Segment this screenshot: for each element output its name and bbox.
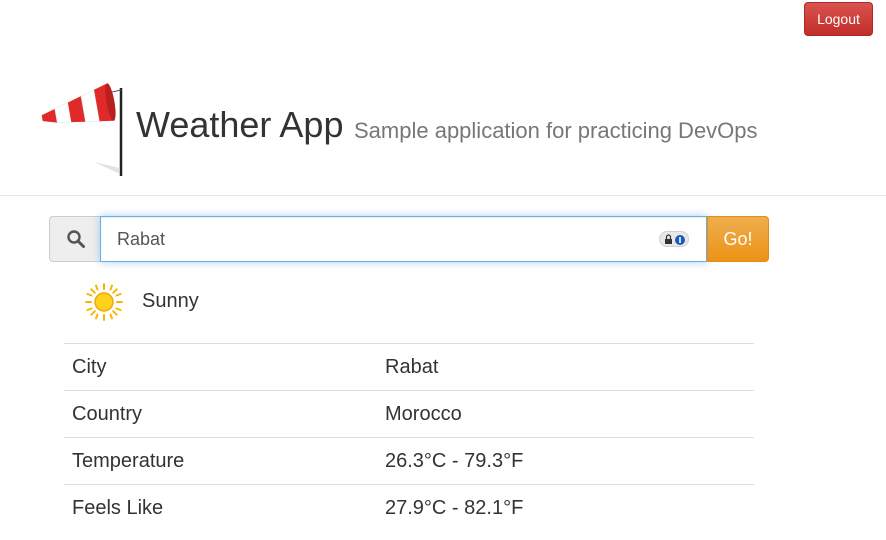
search-addon [49, 216, 101, 262]
weather-details-table: City Rabat Country Morocco Temperature 2… [64, 343, 754, 532]
row-label: Temperature [64, 437, 377, 485]
page-title: Weather App [136, 104, 344, 145]
windsock-icon [41, 83, 123, 176]
row-value: 26.3°C - 79.3°F [377, 437, 754, 485]
table-row: Feels Like 27.9°C - 82.1°F [64, 484, 754, 532]
row-value: Rabat [377, 343, 754, 391]
go-button[interactable]: Go! [707, 216, 769, 262]
table-row: City Rabat [64, 343, 754, 391]
table-row: Country Morocco [64, 390, 754, 438]
top-bar: Logout [0, 0, 886, 50]
row-label: City [64, 343, 377, 391]
table-row: Temperature 26.3°C - 79.3°F [64, 437, 754, 485]
row-value: 27.9°C - 82.1°F [377, 484, 754, 532]
search-icon [67, 230, 85, 248]
condition-label: Sunny [142, 290, 199, 312]
search-bar: Go! [49, 216, 769, 262]
password-manager-icon[interactable] [659, 231, 689, 247]
page-subtitle: Sample application for practicing DevOps [354, 118, 758, 143]
row-label: Country [64, 390, 377, 438]
logout-button[interactable]: Logout [804, 2, 873, 36]
page-header: Weather App Sample application for pract… [0, 60, 886, 196]
sun-icon [85, 283, 123, 321]
city-search-input[interactable] [100, 216, 707, 262]
row-label: Feels Like [64, 484, 377, 532]
row-value: Morocco [377, 390, 754, 438]
